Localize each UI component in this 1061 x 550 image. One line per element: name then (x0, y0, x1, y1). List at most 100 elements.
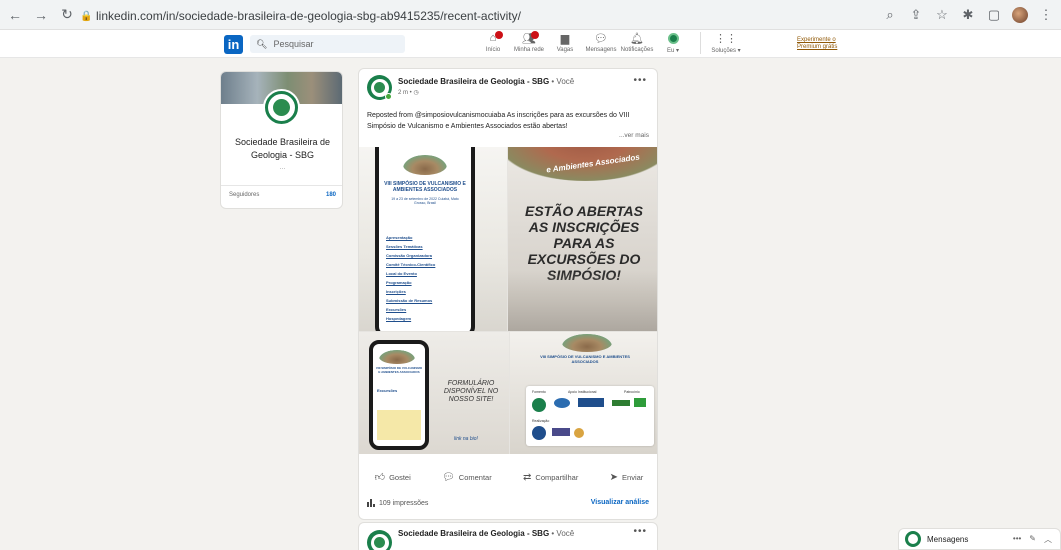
send-button[interactable]: ➤ Enviar (610, 472, 644, 483)
grid-icon: ⋮⋮ (715, 32, 737, 45)
repost-icon: ⇄ (523, 471, 532, 483)
profile-avatar[interactable] (1009, 4, 1031, 26)
phone-menu-list: Apresentação Sessões Temáticas Comissão … (386, 233, 435, 323)
media-tile-sponsors[interactable]: VIII SIMPÓSIO DE VULCANISMO E AMBIENTES … (510, 332, 657, 454)
small-phone-link: Excursões (377, 388, 398, 393)
more-options-button[interactable]: ••• (633, 75, 647, 86)
bell-icon: 🔔︎ (630, 32, 644, 45)
nav-label: Início (485, 47, 501, 53)
followers-label: Seguidores (229, 192, 260, 198)
sponsor-label: Fomento (532, 390, 546, 394)
forward-icon[interactable]: → (30, 4, 52, 26)
form-available-text: FORMULÁRIO DISPONÍVEL NO NOSSO SITE! (443, 380, 499, 403)
back-icon[interactable]: ← (4, 4, 26, 26)
sponsor-logo (532, 398, 546, 412)
share-icon[interactable]: ⇪ (905, 4, 927, 26)
repost-button[interactable]: ⇄ Compartilhar (523, 472, 578, 483)
nav-item-network[interactable]: 👥︎ Minha rede (512, 31, 546, 54)
nav-item-notifications[interactable]: 🔔︎ Notificações (620, 32, 654, 54)
menu-item: Inscrições (386, 289, 406, 294)
menu-item: Local do Evento (386, 271, 417, 276)
more-icon[interactable]: ••• (1013, 534, 1021, 545)
sponsor-logo (634, 398, 646, 407)
event-logo (403, 155, 447, 175)
sponsor-logo (554, 398, 570, 408)
nav-label: Soluções ▾ (711, 48, 741, 54)
action-label: Comentar (458, 472, 492, 482)
impressions-text: 109 impressões (379, 499, 429, 507)
zoom-icon[interactable]: ⌕ (879, 4, 901, 26)
profile-subtitle: ... (279, 164, 286, 171)
nav-label: Eu ▾ (666, 48, 680, 54)
author-suffix: • Você (549, 77, 575, 86)
post-card-2: Sociedade Brasileira de Geologia - SBG •… (358, 522, 658, 550)
view-analytics-link[interactable]: Visualizar análise (591, 499, 649, 507)
browser-toolbar: ← → ↻ 🔒 linkedin.com/in/sociedade-brasil… (0, 0, 1061, 30)
url-text: linkedin.com/in/sociedade-brasileira-de-… (96, 8, 521, 23)
media-tile-phone[interactable]: VIII SIMPÓSIO DE VULCANISMO E AMBIENTES … (359, 147, 507, 331)
search-placeholder: Pesquisar (273, 39, 314, 49)
linkedin-logo[interactable]: in (224, 35, 243, 54)
media-tile-headline[interactable]: e Ambientes Associados ESTÃO ABERTAS AS … (508, 147, 657, 331)
premium-link[interactable]: Experimente o Premium grátis (797, 37, 837, 51)
nav-item-me[interactable]: Eu ▾ (656, 32, 690, 54)
sponsor-tile-title: VIII SIMPÓSIO DE VULCANISMO E AMBIENTES … (540, 354, 630, 364)
sponsor-label: Apoio Institucional (568, 390, 597, 394)
small-phone-highlight (377, 410, 421, 440)
author-name[interactable]: Sociedade Brasileira de Geologia - SBG •… (398, 529, 574, 538)
messaging-avatar (905, 531, 921, 547)
extensions-icon[interactable]: ✱ (957, 4, 979, 26)
form-note: link na bio! (454, 436, 478, 442)
sidebar-icon[interactable]: ▢ (983, 4, 1005, 26)
premium-line1: Experimente o (797, 37, 836, 43)
impressions[interactable]: 109 impressões (367, 499, 428, 507)
comment-icon: 💬︎ (442, 471, 455, 483)
see-more-link[interactable]: ...ver mais (619, 132, 649, 139)
premium-line2: Premium grátis (797, 44, 838, 50)
small-phone-mockup: VIII SIMPÓSIO DE VULCANISMO E AMBIENTES … (369, 340, 429, 450)
compose-icon[interactable]: ✎ (1029, 534, 1036, 545)
menu-item: Comitê Técnico-Científico (386, 262, 436, 267)
mountain-background (508, 271, 657, 331)
menu-item: Comissão Organizadora (386, 253, 433, 258)
post-media-collage[interactable]: VIII SIMPÓSIO DE VULCANISMO E AMBIENTES … (359, 147, 657, 454)
author-suffix: • Você (549, 529, 575, 538)
phone-title: VIII SIMPÓSIO DE VULCANISMO E AMBIENTES … (384, 181, 466, 193)
more-options-button[interactable]: ••• (633, 526, 647, 537)
author-avatar[interactable] (367, 530, 392, 550)
nav-label: Mensagens (585, 47, 617, 53)
like-button[interactable]: 👍︎ Gostei (375, 471, 411, 483)
media-tile-form[interactable]: VIII SIMPÓSIO DE VULCANISMO E AMBIENTES … (359, 332, 509, 454)
post-card: Sociedade Brasileira de Geologia - SBG •… (358, 68, 658, 520)
menu-item: Submissão de Resumos (386, 298, 433, 303)
star-icon[interactable]: ☆ (931, 4, 953, 26)
reload-icon[interactable]: ↻ (56, 4, 78, 26)
post-time: 2 m • ◷ (398, 89, 419, 96)
comment-button[interactable]: 💬︎ Comentar (442, 472, 492, 483)
sponsor-logo (578, 398, 604, 407)
author-text: Sociedade Brasileira de Geologia - SBG (398, 77, 550, 86)
profile-name[interactable]: Sociedade Brasileira de Geologia - SBG (227, 136, 338, 162)
nav-item-jobs[interactable]: ▆ Vagas (548, 32, 582, 54)
address-bar[interactable]: 🔒 linkedin.com/in/sociedade-brasileira-d… (80, 5, 890, 26)
nav-item-home[interactable]: ⌂ Início (476, 31, 510, 54)
nav-item-solutions[interactable]: ⋮⋮ Soluções ▾ (709, 32, 743, 55)
followers-count: 180 (325, 192, 336, 198)
author-name[interactable]: Sociedade Brasileira de Geologia - SBG •… (398, 77, 574, 86)
messaging-icon: 💬︎ (594, 32, 608, 45)
profile-card: Sociedade Brasileira de Geologia - SBG .… (220, 71, 343, 209)
followers-stat[interactable]: Seguidores 180 (221, 185, 342, 204)
nav-item-messaging[interactable]: 💬︎ Mensagens (584, 32, 618, 54)
search-input[interactable]: 🔍︎ Pesquisar (250, 35, 405, 53)
sponsor-logo (574, 428, 584, 438)
event-logo (562, 334, 612, 352)
analytics-bars-icon (367, 499, 375, 507)
lock-icon: 🔒 (80, 10, 93, 22)
globe-icon: ◷ (413, 90, 419, 96)
menu-item: Sessões Temáticas (386, 244, 423, 249)
messaging-bar[interactable]: Mensagens ••• ✎ ︿ (898, 528, 1061, 550)
sbg-logo[interactable] (263, 89, 300, 126)
menu-icon[interactable]: ⋮ (1035, 4, 1057, 26)
author-text: Sociedade Brasileira de Geologia - SBG (398, 529, 550, 538)
collapse-icon[interactable]: ︿ (1044, 534, 1052, 545)
